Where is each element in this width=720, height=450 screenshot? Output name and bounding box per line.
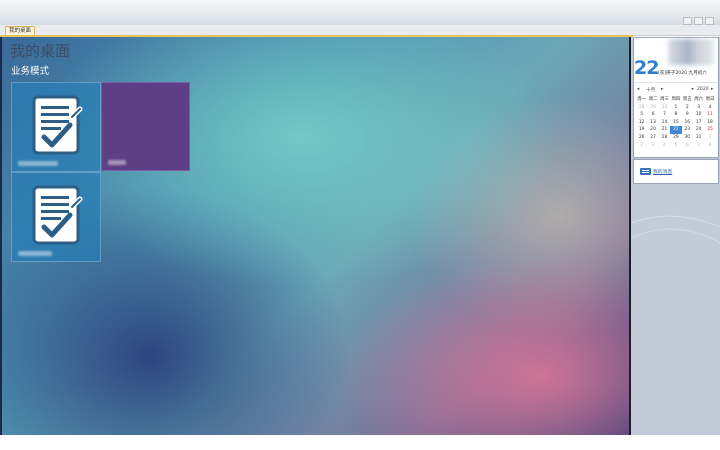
document-check-icon [32,95,83,155]
tile-business-3[interactable] [11,172,101,262]
calendar-day[interactable]: 3 [693,104,704,112]
calendar-day[interactable]: 28 [636,104,647,112]
tile-caption [108,160,126,165]
section-title: 业务模式 [11,66,50,77]
calendar-day-number: 22 [634,57,659,79]
calendar-week-row: 5 6 7 8 9 10 11 [636,111,716,119]
calendar-day[interactable]: 27 [647,134,658,142]
document-check-icon [32,185,83,245]
calendar-day[interactable]: 12 [636,119,647,127]
calendar-day[interactable]: 4 [659,142,670,150]
calendar-day[interactable]: 5 [636,111,647,119]
desktop-left-border [0,37,2,435]
calendar-day[interactable]: 23 [682,126,693,134]
tile-business-1[interactable] [11,82,101,172]
close-icon[interactable] [705,17,714,25]
calendar-day[interactable]: 7 [659,111,670,119]
message-icon [640,168,651,175]
calendar-week-row: 2 3 4 5 6 7 8 [636,142,716,150]
calendar-day[interactable]: 11 [704,111,715,119]
minimize-icon[interactable] [683,17,692,25]
calendar-day[interactable]: 26 [636,134,647,142]
calendar-day[interactable]: 7 [693,142,704,150]
calendar-day[interactable]: 6 [682,142,693,150]
calendar-day[interactable]: 14 [659,119,670,127]
calendar-day[interactable]: 1 [670,104,681,112]
prev-year-button[interactable]: ◂ [691,87,693,92]
weekday-label: 周二 [648,97,658,102]
tile-business-2[interactable] [101,82,190,171]
calendar-day[interactable]: 30 [682,134,693,142]
maximize-icon[interactable] [694,17,703,25]
messages-widget: 我的消息 [633,159,719,184]
calendar-day-today[interactable]: 22 [670,126,682,134]
calendar-day[interactable]: 19 [636,126,647,134]
tile-caption [18,161,58,166]
window-title-bar [0,0,720,15]
calendar-day[interactable]: 29 [670,134,681,142]
calendar-day[interactable]: 28 [659,134,670,142]
month-select[interactable]: 十月 [646,87,655,93]
page-title: 我的桌面 [10,42,71,60]
calendar-divider [634,82,718,83]
calendar-day[interactable]: 5 [670,142,681,150]
next-month-button[interactable]: ▸ [661,87,663,92]
calendar-day[interactable]: 3 [647,142,658,150]
calendar-week-row: 26 27 28 29 30 31 1 [636,134,716,142]
calendar-day[interactable]: 10 [693,111,704,119]
status-bar [0,435,720,450]
weekday-label: 周五 [682,97,692,102]
calendar-day[interactable]: 2 [682,104,693,112]
sidebar-decoration [632,215,720,244]
calendar-day[interactable]: 6 [647,111,658,119]
calendar-day[interactable]: 20 [647,126,658,134]
calendar-day[interactable]: 8 [670,111,681,119]
avatar [668,39,714,65]
calendar-day[interactable]: 9 [682,111,693,119]
desktop-area: 我的桌面 业务模式 [0,37,630,435]
calendar-day[interactable]: 1 [704,134,715,142]
window-controls [683,17,714,25]
weekday-label: 周六 [694,97,704,102]
calendar-day[interactable]: 16 [682,119,693,127]
calendar-day[interactable]: 29 [647,104,658,112]
calendar-day[interactable]: 30 [659,104,670,112]
calendar-day[interactable]: 21 [659,126,670,134]
lunar-date-label: [农]庚子2020 九月初六 [658,71,707,76]
year-select[interactable]: 2020 [697,87,709,92]
calendar-day[interactable]: 31 [693,134,704,142]
calendar-week-row: 12 13 14 15 16 17 18 [636,119,716,127]
weekday-label: 周一 [637,97,647,102]
calendar-day[interactable]: 25 [704,126,715,134]
calendar-day[interactable]: 15 [670,119,681,127]
calendar-week-row: 28 29 30 1 2 3 4 [636,104,716,112]
calendar-day[interactable]: 24 [693,126,704,134]
calendar-day[interactable]: 2 [636,142,647,150]
calendar-day[interactable]: 8 [704,142,715,150]
weekday-label: 周四 [671,97,681,102]
calendar-widget: 22 [农]庚子2020 九月初六 ◂ 十月 ▸ ◂ 2020 ▸ 周一 周二 … [633,37,719,158]
calendar-day[interactable]: 4 [704,104,715,112]
calendar-day[interactable]: 17 [693,119,704,127]
calendar-day[interactable]: 13 [647,119,658,127]
tile-caption [18,251,52,256]
next-year-button[interactable]: ▸ [711,87,713,92]
calendar-grid: 周一 周二 周三 周四 周五 周六 周日 28 29 30 1 2 3 4 5 … [636,96,716,149]
calendar-weekday-row: 周一 周二 周三 周四 周五 周六 周日 [636,96,716,104]
calendar-day[interactable]: 18 [704,119,715,127]
prev-month-button[interactable]: ◂ [637,87,639,92]
calendar-week-row: 19 20 21 22 23 24 25 [636,126,716,134]
weekday-label: 周三 [660,97,669,102]
my-messages-link[interactable]: 我的消息 [653,168,672,175]
toolbar-band [0,15,720,25]
weekday-label: 周日 [705,97,715,102]
